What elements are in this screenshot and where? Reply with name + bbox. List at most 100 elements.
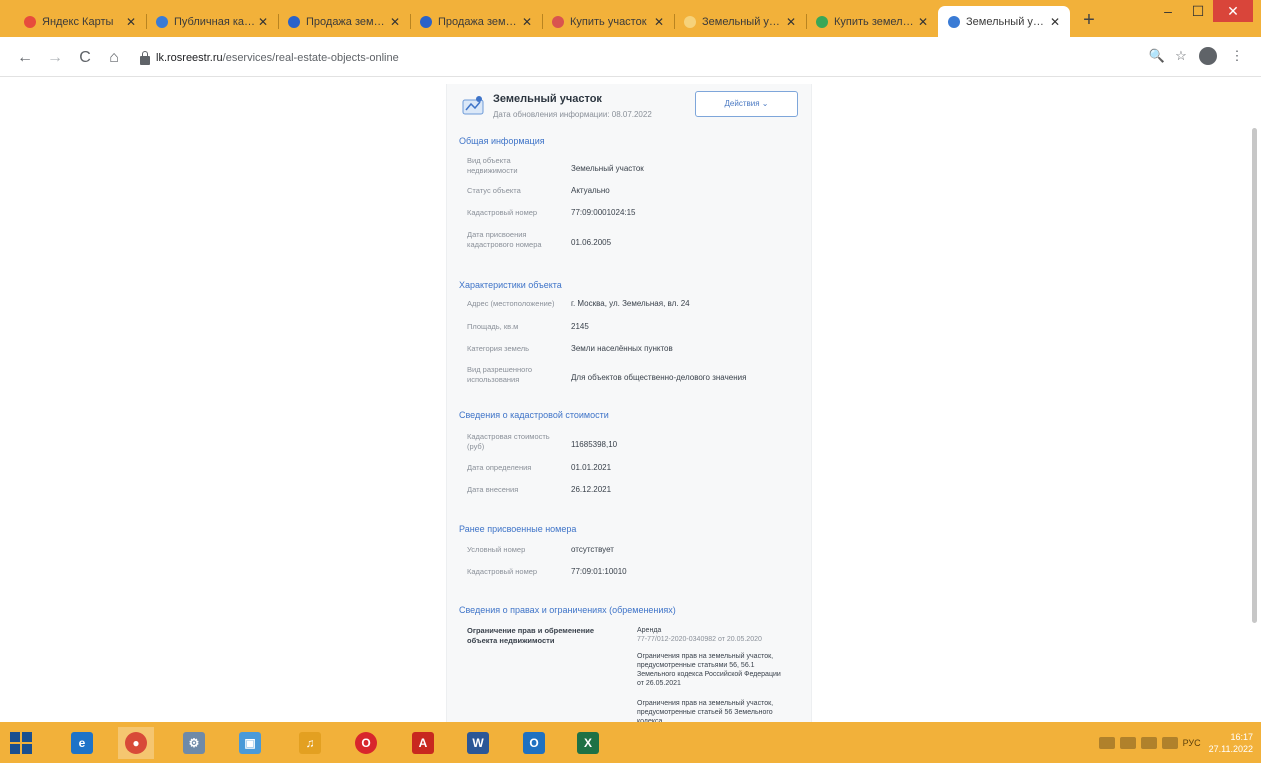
page-scrollbar[interactable] — [1246, 78, 1261, 722]
back-arrow-icon[interactable]: ← — [14, 47, 36, 69]
opera-icon: O — [355, 732, 377, 754]
taskbar-media[interactable]: ♫ — [292, 727, 328, 759]
clock-date: 27.11.2022 — [1208, 743, 1253, 754]
section-title-rights: Сведения о правах и ограничениях (обреме… — [459, 605, 676, 615]
tab-close-icon[interactable]: ✕ — [256, 15, 270, 29]
forward-arrow-icon[interactable]: → — [44, 47, 66, 69]
rights-entry-detail: от 26.05.2021 — [637, 680, 681, 687]
zoom-icon[interactable]: 🔍 — [1145, 48, 1169, 64]
home-icon[interactable]: ⌂ — [103, 47, 125, 69]
field-label: Условный номер — [467, 545, 526, 554]
system-tray: РУС 16:17 27.11.2022 — [1098, 722, 1253, 763]
tab-favicon-icon — [948, 15, 960, 28]
taskbar-edge[interactable]: e — [64, 727, 100, 759]
field-label: Кадастровый номер — [467, 208, 538, 217]
field-label: Дата внесения — [467, 485, 519, 494]
field-value: Актуально — [571, 186, 610, 195]
tab-favicon-icon — [156, 15, 168, 28]
section-title-general: Общая информация — [459, 136, 545, 146]
network-icon[interactable] — [1119, 736, 1136, 749]
address-bar[interactable]: lk.rosreestr.ru /eservices/real-estate-o… — [140, 45, 1120, 71]
field-label: Категория земель — [467, 344, 530, 353]
tab-label: Купить участок — [570, 15, 647, 28]
tray-up-arrow-icon[interactable] — [1098, 736, 1115, 749]
field-value: Земли населённых пунктов — [571, 344, 673, 353]
window-controls: – ☐ ✕ — [1153, 0, 1253, 24]
lock-icon — [140, 50, 150, 65]
field-value: отсутствует — [571, 545, 614, 554]
taskbar-opera[interactable]: O — [348, 727, 384, 759]
rights-label: Ограничение прав и обременение объекта н… — [467, 626, 595, 645]
tab-favicon-icon — [684, 15, 696, 28]
volume-icon[interactable] — [1140, 736, 1157, 749]
field-value: 01.01.2021 — [571, 463, 612, 472]
tab-cadastral-map[interactable]: Публичная кадастровая карта ✕ — [146, 6, 278, 37]
maximize-button[interactable]: ☐ — [1183, 0, 1213, 22]
field-value: 11685398,10 — [571, 440, 618, 449]
tab-close-icon[interactable]: ✕ — [1048, 15, 1062, 29]
section-title-cadastral-value: Сведения о кадастровой стоимости — [459, 410, 609, 420]
taskbar-photos[interactable]: ▣ — [232, 727, 268, 759]
tab-close-icon[interactable]: ✕ — [784, 15, 798, 29]
taskbar-control-panel[interactable]: ⚙ — [176, 727, 212, 759]
minimize-button[interactable]: – — [1153, 0, 1183, 22]
scrollbar-thumb[interactable] — [1252, 128, 1257, 623]
media-icon: ♫ — [299, 732, 321, 754]
field-value: г. Москва, ул. Земельная, вл. 24 — [571, 299, 690, 308]
field-value: Для объектов общественно-делового значен… — [571, 373, 747, 382]
tab-close-icon[interactable]: ✕ — [916, 15, 930, 29]
field-value: 01.06.2005 — [571, 238, 612, 247]
object-card: Земельный участок Дата обновления информ… — [446, 84, 812, 722]
battery-icon[interactable] — [1161, 736, 1178, 749]
new-tab-button[interactable]: + — [1076, 8, 1102, 34]
rights-entry-kind: Ограничения прав на земельный участок, п… — [637, 700, 774, 722]
taskbar-acrobat[interactable]: A — [405, 727, 441, 759]
language-indicator[interactable]: РУС — [1183, 738, 1201, 748]
address-host: lk.rosreestr.ru — [156, 52, 223, 64]
tab-land-sale-1[interactable]: Продажа земельных участков ✕ — [278, 6, 410, 37]
tab-close-icon[interactable]: ✕ — [652, 15, 666, 29]
land-plot-icon — [462, 96, 484, 115]
tab-buy-land[interactable]: Купить земельный участок ✕ — [806, 6, 938, 37]
taskbar-word[interactable]: W — [460, 727, 496, 759]
field-label: Адрес (местоположение) — [467, 299, 555, 308]
menu-icon[interactable]: ⋮ — [1225, 48, 1249, 64]
taskbar-chrome[interactable]: ● — [118, 727, 154, 759]
tab-buy-plot[interactable]: Купить участок ✕ — [542, 6, 674, 37]
tabs: Яндекс Карты ✕ Публичная кадастровая кар… — [14, 6, 1102, 37]
windows-start-icon[interactable] — [10, 732, 32, 754]
field-value: 77:09:01:10010 — [571, 567, 627, 576]
tab-close-icon[interactable]: ✕ — [388, 15, 402, 29]
clock[interactable]: 16:17 27.11.2022 — [1209, 731, 1253, 755]
clock-time: 16:17 — [1230, 731, 1253, 742]
update-date: Дата обновления информации: 08.07.2022 — [493, 110, 652, 119]
tab-close-icon[interactable]: ✕ — [124, 15, 138, 29]
reload-icon[interactable]: C — [74, 47, 96, 69]
taskbar-excel[interactable]: X — [570, 727, 606, 759]
field-value: 26.12.2021 — [571, 485, 612, 494]
section-title-previous-numbers: Ранее присвоенные номера — [459, 524, 577, 534]
profile-avatar[interactable] — [1199, 47, 1217, 65]
field-label: Вид разрешенного использования — [467, 365, 533, 384]
field-label: Кадастровый номер — [467, 567, 538, 576]
rights-entry-kind: Ограничения прав на земельный участок, п… — [637, 653, 781, 678]
tab-label: Продажа земельных участков — [306, 15, 388, 28]
taskbar-outlook[interactable]: O — [516, 727, 552, 759]
tab-rosreestr-active[interactable]: Земельный участок ✕ — [938, 6, 1070, 37]
close-window-button[interactable]: ✕ — [1213, 0, 1253, 22]
tab-close-icon[interactable]: ✕ — [520, 15, 534, 29]
tab-yandex-maps[interactable]: Яндекс Карты ✕ — [14, 6, 146, 37]
tab-land-sale-2[interactable]: Продажа земельных участков ✕ — [410, 6, 542, 37]
tab-strip: Яндекс Карты ✕ Публичная кадастровая кар… — [0, 0, 1261, 37]
tab-land-plot[interactable]: Земельный участок ✕ — [674, 6, 806, 37]
field-value: 77:09:0001024:15 — [571, 208, 636, 217]
field-label: Площадь, кв.м — [467, 322, 519, 331]
acrobat-icon: A — [412, 732, 434, 754]
tab-favicon-icon — [420, 15, 432, 28]
field-value: 2145 — [571, 322, 589, 331]
actions-button[interactable]: Действия ⌄ — [695, 91, 798, 117]
rights-entry-detail: 77-77/012-2020-0340982 от 20.05.2020 — [637, 636, 762, 643]
card-header: Земельный участок Дата обновления информ… — [447, 84, 811, 130]
screen: Яндекс Карты ✕ Публичная кадастровая кар… — [0, 0, 1261, 763]
bookmark-star-icon[interactable]: ☆ — [1169, 48, 1193, 64]
